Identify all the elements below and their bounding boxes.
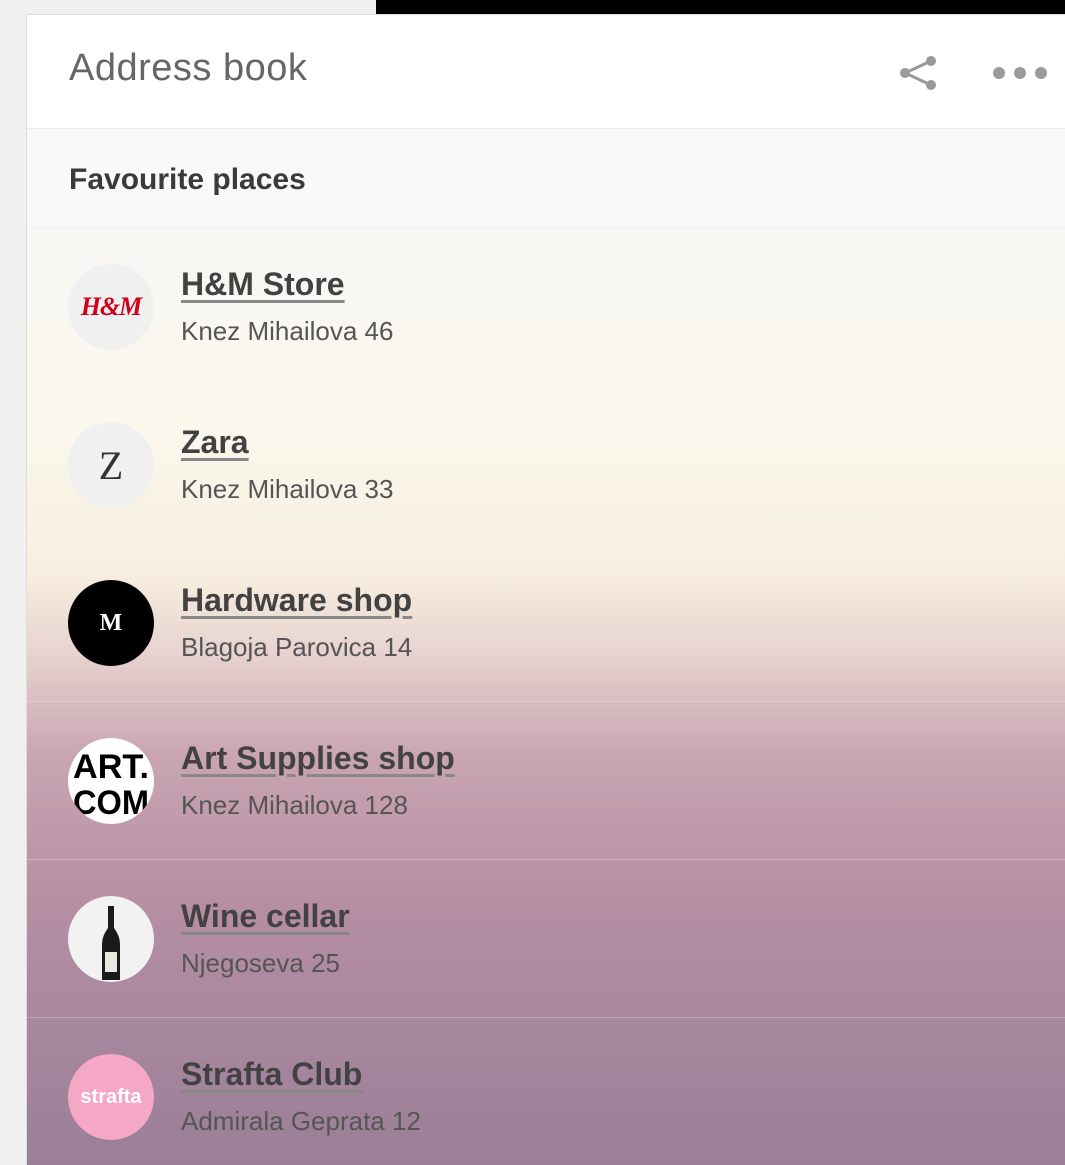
list-item[interactable]: strafta Strafta Club Admirala Geprata 12 bbox=[27, 1018, 1065, 1165]
place-name[interactable]: Wine cellar bbox=[181, 898, 350, 935]
place-name[interactable]: H&M Store bbox=[181, 266, 345, 303]
page-title: Address book bbox=[69, 47, 308, 89]
place-name[interactable]: Art Supplies shop bbox=[181, 740, 455, 777]
hm-logo-avatar: H&M bbox=[68, 264, 154, 350]
wine-bottle-icon bbox=[102, 906, 120, 980]
place-name[interactable]: Strafta Club bbox=[181, 1056, 362, 1093]
places-list: H&M H&M Store Knez Mihailova 46 Z Zara K… bbox=[27, 228, 1065, 1165]
section-header: Favourite places bbox=[27, 129, 1065, 228]
wine-logo-avatar bbox=[68, 896, 154, 982]
place-address: Knez Mihailova 128 bbox=[181, 790, 408, 820]
place-address: Blagoja Parovica 14 bbox=[181, 632, 413, 662]
place-address: Knez Mihailova 46 bbox=[181, 316, 394, 346]
list-item[interactable]: ART. COM Art Supplies shop Knez Mihailov… bbox=[27, 702, 1065, 860]
place-address: Admirala Geprata 12 bbox=[181, 1106, 421, 1136]
more-horizontal-icon[interactable] bbox=[989, 65, 1053, 81]
place-address: Njegoseva 25 bbox=[181, 948, 340, 978]
strafta-logo-text: strafta bbox=[80, 1085, 142, 1108]
zara-logo-text: Z bbox=[98, 442, 124, 488]
list-item[interactable]: Z Zara Knez Mihailova 33 bbox=[27, 386, 1065, 544]
artcom-logo: ART. COM bbox=[73, 748, 149, 822]
list-item[interactable]: M Hardware shop Blagoja Parovica 14 bbox=[27, 544, 1065, 702]
place-name[interactable]: Hardware shop bbox=[181, 582, 412, 619]
card-header: Address book bbox=[27, 15, 1065, 129]
list-item[interactable]: H&M H&M Store Knez Mihailova 46 bbox=[27, 228, 1065, 386]
hardware-logo-avatar: M bbox=[68, 580, 154, 666]
list-item[interactable]: Wine cellar Njegoseva 25 bbox=[27, 860, 1065, 1018]
section-label: Favourite places bbox=[69, 163, 306, 196]
strafta-logo-avatar: strafta bbox=[68, 1054, 154, 1140]
place-name[interactable]: Zara bbox=[181, 424, 249, 461]
address-book-card: Address book Favourite places H&M H&M St… bbox=[26, 14, 1065, 1165]
share-icon[interactable] bbox=[895, 53, 941, 93]
svg-text:COM: COM bbox=[73, 784, 149, 822]
top-bar-black bbox=[376, 0, 1065, 14]
hm-logo-text: H&M bbox=[80, 292, 143, 321]
hardware-logo-text: M bbox=[99, 609, 123, 636]
place-address: Knez Mihailova 33 bbox=[181, 474, 394, 504]
zara-logo-avatar: Z bbox=[68, 422, 154, 508]
artcom-logo-avatar: ART. COM bbox=[68, 738, 154, 824]
svg-text:ART.: ART. bbox=[73, 748, 149, 786]
